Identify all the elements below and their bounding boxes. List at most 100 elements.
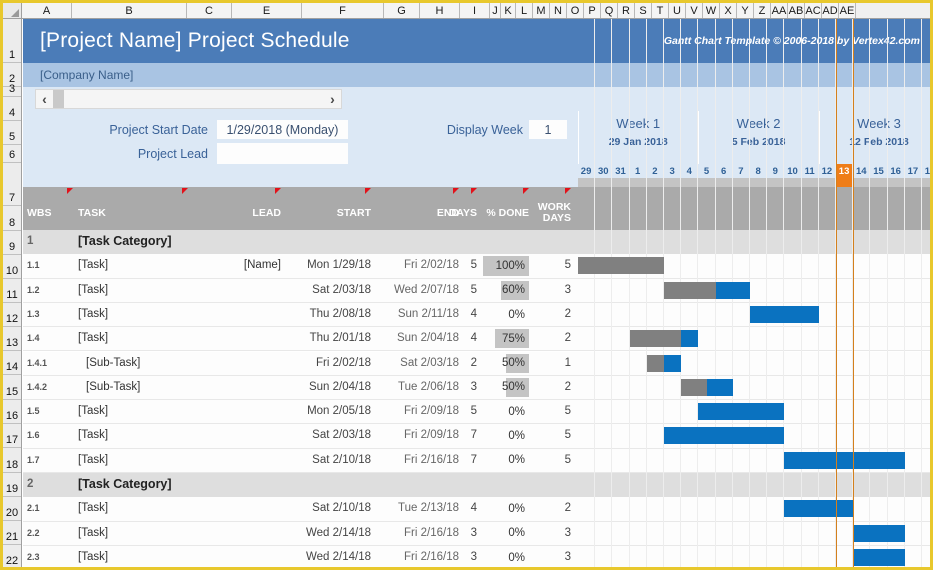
row-header-13[interactable]: 13 (3, 327, 21, 351)
column-header-ab[interactable]: AB (788, 3, 805, 18)
column-header-u[interactable]: U (669, 3, 686, 18)
scrollbar-thumb[interactable] (53, 90, 64, 108)
column-header-aa[interactable]: AA (771, 3, 788, 18)
row-header-16[interactable]: 16 (3, 400, 21, 424)
column-header-v[interactable]: V (686, 3, 703, 18)
row-header-15[interactable]: 15 (3, 375, 21, 400)
project-lead-value[interactable] (217, 143, 348, 164)
column-header-done[interactable]: % DONE (483, 208, 529, 219)
table-header-row: WBSTASKLEADSTARTENDDAYS% DONEWORK DAYS (23, 187, 930, 230)
column-header-h[interactable]: H (420, 3, 460, 18)
comment-marker-icon[interactable] (565, 188, 571, 194)
comment-marker-icon[interactable] (67, 188, 73, 194)
column-header-work-days[interactable]: WORK DAYS (535, 202, 571, 224)
column-header-x[interactable]: X (720, 3, 737, 18)
table-row[interactable]: 1.6[Task]Sat 2/03/18Fri 2/09/1870%5 (23, 424, 930, 448)
display-week-value[interactable]: 1 (529, 120, 567, 139)
column-header-i[interactable]: I (460, 3, 490, 18)
cell-wbs: 2.2 (27, 528, 40, 538)
comment-marker-icon[interactable] (182, 188, 188, 194)
row-header-12[interactable]: 12 (3, 303, 21, 327)
table-row[interactable]: 1.4.2[Sub-Task]Sun 2/04/18Tue 2/06/18350… (23, 376, 930, 400)
week-start-date: 5 Feb 2018 (699, 131, 817, 148)
category-row[interactable]: 1[Task Category] (23, 230, 930, 254)
column-header-w[interactable]: W (703, 3, 720, 18)
cell-start: Thu 2/01/18 (285, 332, 371, 344)
column-header-p[interactable]: P (584, 3, 601, 18)
category-row[interactable]: 2[Task Category] (23, 473, 930, 497)
comment-marker-icon[interactable] (275, 188, 281, 194)
row-header-18[interactable]: 18 (3, 448, 21, 473)
comment-marker-icon[interactable] (453, 188, 459, 194)
row-header-4[interactable]: 4 (3, 97, 21, 121)
comment-marker-icon[interactable] (523, 188, 529, 194)
column-header-e[interactable]: E (232, 3, 302, 18)
column-header-a[interactable]: A (22, 3, 72, 18)
row-header-21[interactable]: 21 (3, 521, 21, 545)
row-header-8[interactable]: 8 (3, 206, 21, 231)
row-header-11[interactable]: 11 (3, 279, 21, 303)
row-header-1[interactable]: 1 (3, 19, 21, 63)
column-header-ae[interactable]: AE (839, 3, 856, 18)
column-header-days[interactable]: DAYS (443, 208, 477, 219)
scroll-right-icon[interactable]: › (324, 90, 341, 108)
column-header-k[interactable]: K (501, 3, 516, 18)
comment-marker-icon[interactable] (471, 188, 477, 194)
row-header-7[interactable]: 7 (3, 163, 21, 206)
scroll-left-icon[interactable]: ‹ (36, 90, 53, 108)
table-row[interactable]: 2.1[Task]Sat 2/10/18Tue 2/13/1840%2 (23, 497, 930, 521)
row-header-19[interactable]: 19 (3, 473, 21, 497)
row-header-14[interactable]: 14 (3, 351, 21, 375)
select-all-corner[interactable] (3, 3, 22, 18)
column-header-q[interactable]: Q (601, 3, 618, 18)
column-header-wbs[interactable]: WBS (27, 208, 73, 219)
column-header-y[interactable]: Y (737, 3, 754, 18)
column-header-b[interactable]: B (72, 3, 187, 18)
start-date-value[interactable]: 1/29/2018 (Monday) (217, 120, 348, 139)
table-row[interactable]: 1.4[Task]Thu 2/01/18Sun 2/04/18475%2 (23, 327, 930, 351)
cell-days: 2 (443, 357, 477, 369)
row-header-5[interactable]: 5 (3, 121, 21, 145)
column-header-j[interactable]: J (490, 3, 501, 18)
row-header-3[interactable]: 3 (3, 87, 21, 97)
week-scrollbar[interactable]: ‹ › (35, 89, 342, 109)
column-header-c[interactable]: C (187, 3, 232, 18)
cell-start: Wed 2/14/18 (285, 527, 371, 539)
day-number-3: 3 (664, 164, 681, 178)
day-number-15: 15 (870, 164, 887, 178)
row-header-22[interactable]: 22 (3, 545, 21, 569)
column-header-m[interactable]: M (533, 3, 550, 18)
table-row[interactable]: 1.5[Task]Mon 2/05/18Fri 2/09/1850%5 (23, 400, 930, 424)
column-header-n[interactable]: N (550, 3, 567, 18)
row-header-9[interactable]: 9 (3, 231, 21, 255)
table-row[interactable]: 2.2[Task]Wed 2/14/18Fri 2/16/1830%3 (23, 522, 930, 546)
table-row[interactable]: 2.3[Task]Wed 2/14/18Fri 2/16/1830%3 (23, 546, 930, 570)
column-header-start[interactable]: START (285, 208, 371, 219)
table-row[interactable]: 1.3[Task]Thu 2/08/18Sun 2/11/1840%2 (23, 303, 930, 327)
column-header-ad[interactable]: AD (822, 3, 839, 18)
table-row[interactable]: 1.2[Task]Sat 2/03/18Wed 2/07/18560%3 (23, 279, 930, 303)
column-header-g[interactable]: G (384, 3, 420, 18)
table-row[interactable]: 1.4.1[Sub-Task]Fri 2/02/18Sat 2/03/18250… (23, 352, 930, 376)
column-header-lead[interactable]: LEAD (193, 208, 281, 219)
column-header-t[interactable]: T (652, 3, 669, 18)
category-name: [Task Category] (78, 234, 172, 248)
column-header-ac[interactable]: AC (805, 3, 822, 18)
scrollbar-track[interactable] (64, 90, 324, 108)
column-header-task[interactable]: TASK (78, 208, 188, 219)
table-row[interactable]: 1.7[Task]Sat 2/10/18Fri 2/16/1870%5 (23, 449, 930, 473)
column-header-o[interactable]: O (567, 3, 584, 18)
title-row: [Project Name] Project Schedule Gantt Ch… (23, 19, 930, 63)
comment-marker-icon[interactable] (365, 188, 371, 194)
day-number-31: 31 (612, 164, 629, 178)
column-header-l[interactable]: L (516, 3, 533, 18)
column-header-r[interactable]: R (618, 3, 635, 18)
table-row[interactable]: 1.1[Task][Name]Mon 1/29/18Fri 2/02/18510… (23, 254, 930, 278)
column-header-z[interactable]: Z (754, 3, 771, 18)
row-header-10[interactable]: 10 (3, 255, 21, 279)
row-header-20[interactable]: 20 (3, 497, 21, 521)
row-header-17[interactable]: 17 (3, 424, 21, 448)
row-header-6[interactable]: 6 (3, 145, 21, 163)
column-header-s[interactable]: S (635, 3, 652, 18)
column-header-f[interactable]: F (302, 3, 384, 18)
